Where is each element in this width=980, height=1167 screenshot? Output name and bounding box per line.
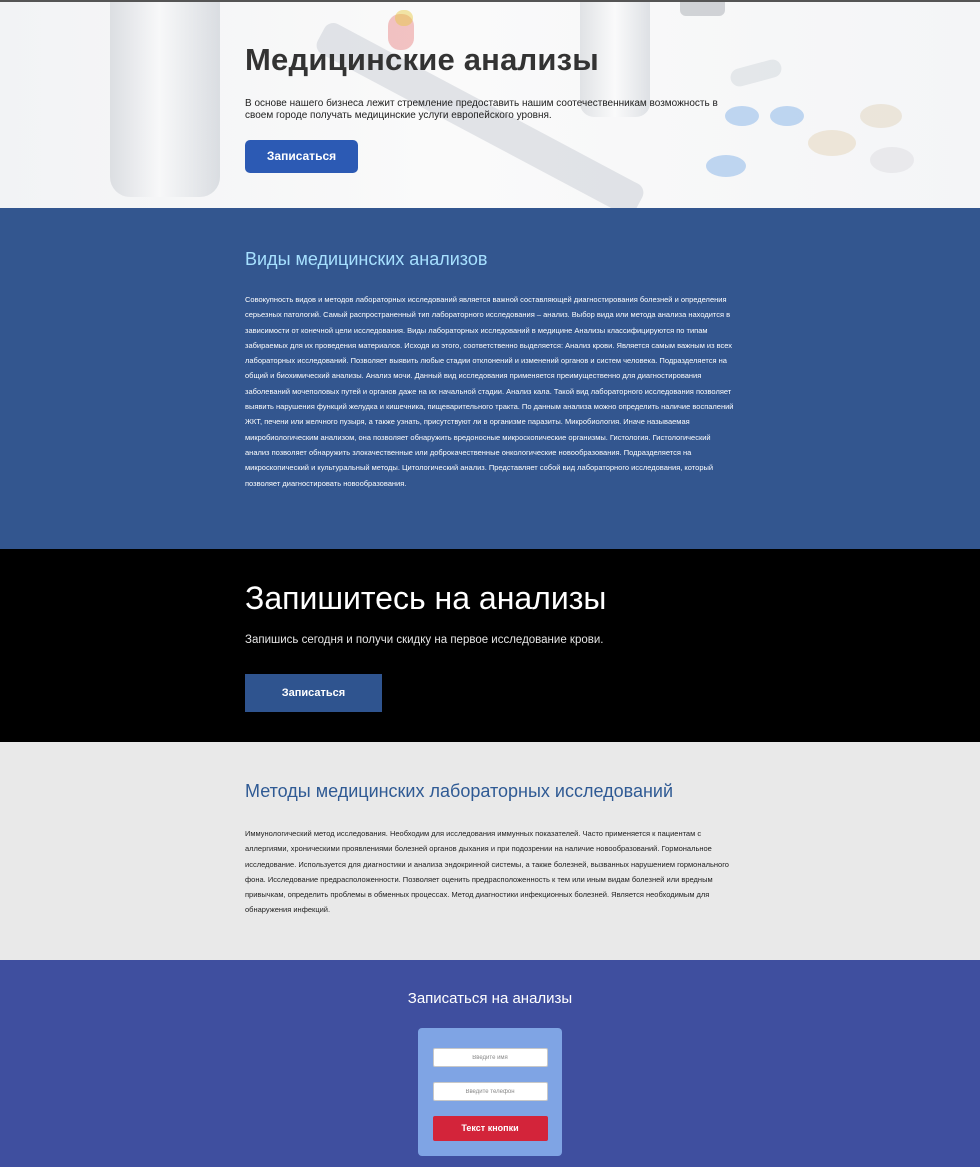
vial-cap-image	[680, 2, 725, 16]
capsule-image	[395, 10, 413, 26]
cta-section: Запишитесь на анализы Запишись сегодня и…	[0, 549, 980, 742]
pill-image	[808, 130, 856, 156]
vial-image	[110, 2, 220, 197]
hero-section: Медицинские анализы В основе нашего бизн…	[0, 0, 980, 208]
analysis-types-title: Виды медицинских анализов	[245, 249, 488, 269]
cta-signup-button[interactable]: Записаться	[245, 674, 382, 712]
lab-methods-text: Иммунологический метод исследования. Нео…	[245, 829, 729, 915]
phone-input[interactable]	[432, 1082, 548, 1101]
lab-methods-section: Методы медицинских лабораторных исследов…	[0, 742, 980, 960]
hero-content: Медицинские анализы В основе нашего бизн…	[245, 42, 735, 173]
signup-form: Текст кнопки	[418, 1028, 562, 1156]
pill-image	[870, 147, 914, 173]
hero-signup-button[interactable]: Записаться	[245, 140, 358, 173]
signup-title: Записаться на анализы	[407, 990, 573, 1007]
cta-text: Запишись сегодня и получи скидку на перв…	[245, 634, 604, 646]
lab-methods-title: Методы медицинских лабораторных исследов…	[245, 781, 674, 801]
pill-image	[770, 106, 804, 126]
pill-image	[860, 104, 902, 128]
pill-image	[728, 57, 784, 89]
signup-section: Записаться на анализы Текст кнопки	[0, 960, 980, 1167]
analysis-types-text: Совокупность видов и методов лабораторны…	[245, 295, 734, 488]
analysis-types-section: Виды медицинских анализов Совокупность в…	[0, 208, 980, 549]
name-input[interactable]	[432, 1048, 548, 1067]
hero-title: Медицинские анализы	[245, 42, 599, 77]
cta-title: Запишитесь на анализы	[245, 580, 607, 616]
form-submit-button[interactable]: Текст кнопки	[432, 1116, 548, 1141]
hero-text: В основе нашего бизнеса лежит стремление…	[245, 98, 718, 121]
